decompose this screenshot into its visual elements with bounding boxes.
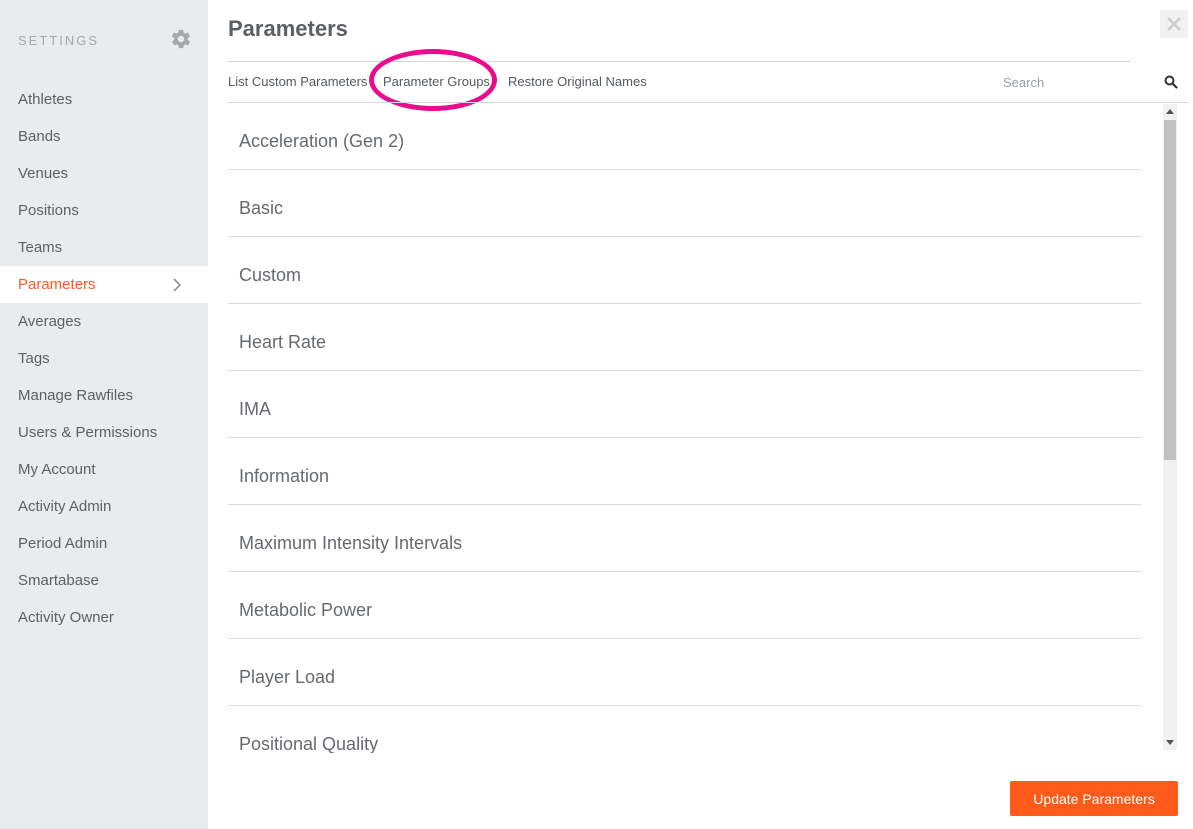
sidebar-item-label: Bands — [18, 128, 61, 145]
sidebar-item-label: Activity Admin — [18, 498, 112, 515]
list-item[interactable]: Player Load — [228, 639, 1141, 706]
sidebar-item-label: My Account — [18, 461, 96, 478]
scroll-down-arrow-icon[interactable] — [1166, 740, 1174, 745]
sidebar-item-tags[interactable]: Tags — [0, 340, 208, 377]
scroll-up-arrow-icon[interactable] — [1166, 109, 1174, 114]
close-icon — [1167, 17, 1181, 31]
sidebar-item-label: Activity Owner — [18, 609, 114, 626]
scroll-thumb[interactable] — [1164, 120, 1176, 460]
sidebar-item-label: Tags — [18, 350, 50, 367]
sidebar-item-athletes[interactable]: Athletes — [0, 81, 208, 118]
list-item[interactable]: IMA — [228, 371, 1141, 438]
sidebar-item-positions[interactable]: Positions — [0, 192, 208, 229]
list-item[interactable]: Positional Quality — [228, 706, 1141, 753]
parameter-group-list[interactable]: Acceleration (Gen 2) Basic Custom Heart … — [228, 103, 1163, 753]
list-item[interactable]: Heart Rate — [228, 304, 1141, 371]
search-box — [1003, 71, 1185, 93]
sidebar-item-label: Venues — [18, 165, 69, 182]
sidebar-item-label: Users & Permissions — [18, 424, 158, 441]
sidebar-item-label: Smartabase — [18, 572, 99, 589]
sidebar-item-venues[interactable]: Venues — [0, 155, 208, 192]
search-icon[interactable] — [1164, 75, 1178, 89]
sidebar-item-period-admin[interactable]: Period Admin — [0, 525, 208, 562]
tab-restore-original-names[interactable]: Restore Original Names — [508, 74, 647, 89]
update-parameters-button[interactable]: Update Parameters — [1010, 781, 1178, 816]
gear-icon[interactable] — [170, 28, 192, 50]
sidebar-item-label: Manage Rawfiles — [18, 387, 134, 404]
sidebar-item-label: Positions — [18, 202, 79, 219]
tab-parameter-groups[interactable]: Parameter Groups — [383, 74, 490, 89]
settings-nav: Athletes Bands Venues Positions Teams Pa… — [0, 81, 208, 636]
sidebar-item-averages[interactable]: Averages — [0, 303, 208, 340]
sidebar-item-activity-admin[interactable]: Activity Admin — [0, 488, 208, 525]
sidebar-item-parameters[interactable]: Parameters — [0, 266, 208, 303]
list-item[interactable]: Information — [228, 438, 1141, 505]
sidebar-item-manage-rawfiles[interactable]: Manage Rawfiles — [0, 377, 208, 414]
group-list: Acceleration (Gen 2) Basic Custom Heart … — [228, 103, 1141, 753]
search-input[interactable] — [1003, 71, 1153, 93]
list-item[interactable]: Custom — [228, 237, 1141, 304]
sidebar-item-label: Athletes — [18, 91, 73, 108]
sidebar-item-users-permissions[interactable]: Users & Permissions — [0, 414, 208, 451]
sidebar-item-teams[interactable]: Teams — [0, 229, 208, 266]
sidebar-item-label: Parameters — [18, 276, 96, 293]
sidebar-item-my-account[interactable]: My Account — [0, 451, 208, 488]
close-button[interactable] — [1160, 10, 1188, 38]
list-item[interactable]: Basic — [228, 170, 1141, 237]
list-item[interactable]: Metabolic Power — [228, 572, 1141, 639]
sidebar-item-activity-owner[interactable]: Activity Owner — [0, 599, 208, 636]
sidebar-item-smartabase[interactable]: Smartabase — [0, 562, 208, 599]
sidebar-header: SETTINGS — [18, 28, 193, 51]
page-title: Parameters — [228, 16, 348, 41]
sidebar-item-label: Period Admin — [18, 535, 108, 552]
sidebar-item-bands[interactable]: Bands — [0, 118, 208, 155]
sidebar-title: SETTINGS — [18, 33, 100, 48]
settings-sidebar: SETTINGS Athletes Bands Venues Positions… — [0, 0, 208, 829]
list-item[interactable]: Maximum Intensity Intervals — [228, 505, 1141, 572]
sidebar-item-label: Averages — [18, 313, 82, 330]
list-item[interactable]: Acceleration (Gen 2) — [228, 103, 1141, 170]
chevron-right-icon — [173, 278, 182, 292]
title-divider — [228, 61, 1131, 62]
sidebar-item-label: Teams — [18, 239, 63, 256]
list-scrollbar[interactable] — [1163, 104, 1177, 750]
tab-list-custom-parameters[interactable]: List Custom Parameters — [228, 74, 367, 89]
